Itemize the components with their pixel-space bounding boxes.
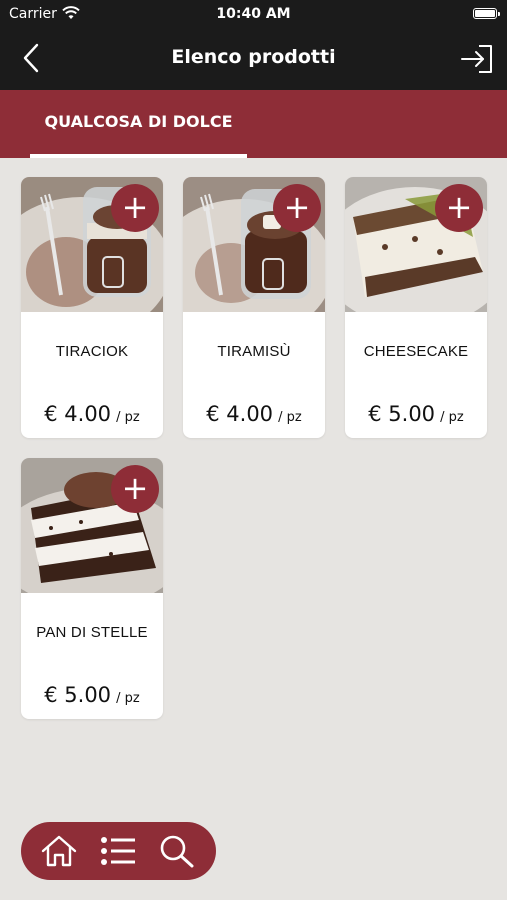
- price-unit: / pz: [116, 691, 140, 706]
- price-value: € 4.00: [206, 402, 274, 426]
- price-unit: / pz: [116, 410, 140, 425]
- tab-active-indicator: [30, 154, 247, 158]
- nav-bar: Elenco prodotti: [0, 28, 507, 90]
- list-icon[interactable]: [100, 834, 136, 868]
- status-bar: Carrier 10:40 AM: [0, 0, 507, 28]
- product-price: € 5.00 / pz: [21, 683, 163, 707]
- logout-icon[interactable]: [459, 43, 495, 75]
- product-price: € 4.00 / pz: [183, 402, 325, 426]
- tab-qualcosa-di-dolce[interactable]: QUALCOSA DI DOLCE: [30, 90, 247, 158]
- product-name: TIRACIOK: [55, 343, 129, 360]
- home-icon[interactable]: [41, 834, 77, 868]
- battery-icon: [473, 8, 500, 19]
- product-name: CHEESECAKE: [363, 343, 469, 360]
- product-name: TIRAMISÙ: [217, 343, 291, 360]
- price-value: € 4.00: [44, 402, 112, 426]
- price-value: € 5.00: [44, 683, 112, 707]
- price-unit: / pz: [440, 410, 464, 425]
- category-tabbar: QUALCOSA DI DOLCE: [0, 90, 507, 158]
- add-to-cart-button[interactable]: +: [435, 184, 483, 232]
- price-unit: / pz: [278, 410, 302, 425]
- add-to-cart-button[interactable]: +: [111, 465, 159, 513]
- product-card-tiraciok[interactable]: + TIRACIOK € 4.00 / pz: [21, 177, 163, 438]
- tab-label: QUALCOSA DI DOLCE: [44, 112, 233, 131]
- add-to-cart-button[interactable]: +: [273, 184, 321, 232]
- product-card-pan-di-stelle[interactable]: + PAN DI STELLE € 5.00 / pz: [21, 458, 163, 719]
- product-name: PAN DI STELLE: [36, 624, 148, 641]
- price-value: € 5.00: [368, 402, 436, 426]
- product-card-tiramisu[interactable]: + TIRAMISÙ € 4.00 / pz: [183, 177, 325, 438]
- page-title: Elenco prodotti: [171, 46, 336, 68]
- product-price: € 5.00 / pz: [345, 402, 487, 426]
- bottom-nav: [21, 822, 216, 880]
- add-to-cart-button[interactable]: +: [111, 184, 159, 232]
- product-price: € 4.00 / pz: [21, 402, 163, 426]
- search-icon[interactable]: [159, 834, 195, 868]
- product-card-cheesecake[interactable]: + CHEESECAKE € 5.00 / pz: [345, 177, 487, 438]
- status-time: 10:40 AM: [216, 6, 291, 22]
